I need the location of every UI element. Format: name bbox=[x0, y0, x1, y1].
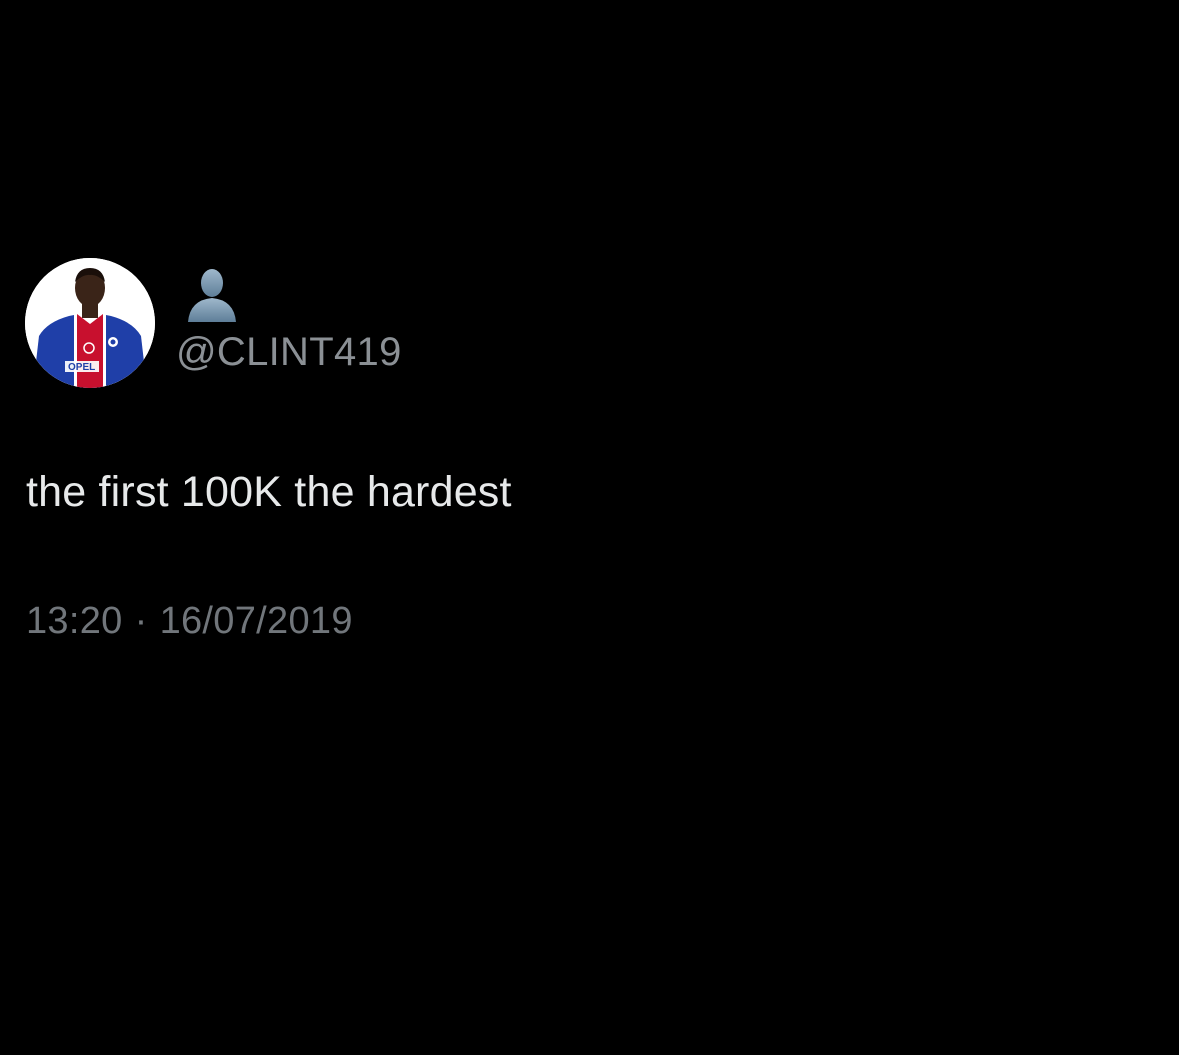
tweet-text: the first 100K the hardest bbox=[26, 468, 512, 516]
tweet-metadata: 13:20 · 16/07/2019 bbox=[26, 598, 353, 644]
display-name-emoji[interactable] bbox=[184, 266, 240, 324]
tweet-time[interactable]: 13:20 bbox=[26, 600, 123, 642]
avatar[interactable]: OPEL bbox=[25, 258, 155, 388]
bust-in-silhouette-icon bbox=[188, 269, 236, 322]
user-handle[interactable]: @CLINT419 bbox=[176, 328, 402, 376]
avatar-image: OPEL bbox=[25, 258, 155, 388]
tweet[interactable]: OPEL @CLINT419 the first 100K the hardes… bbox=[0, 0, 1179, 1055]
meta-separator: · bbox=[134, 600, 148, 642]
tweet-date[interactable]: 16/07/2019 bbox=[160, 600, 353, 642]
avatar-sponsor-text: OPEL bbox=[68, 362, 95, 373]
